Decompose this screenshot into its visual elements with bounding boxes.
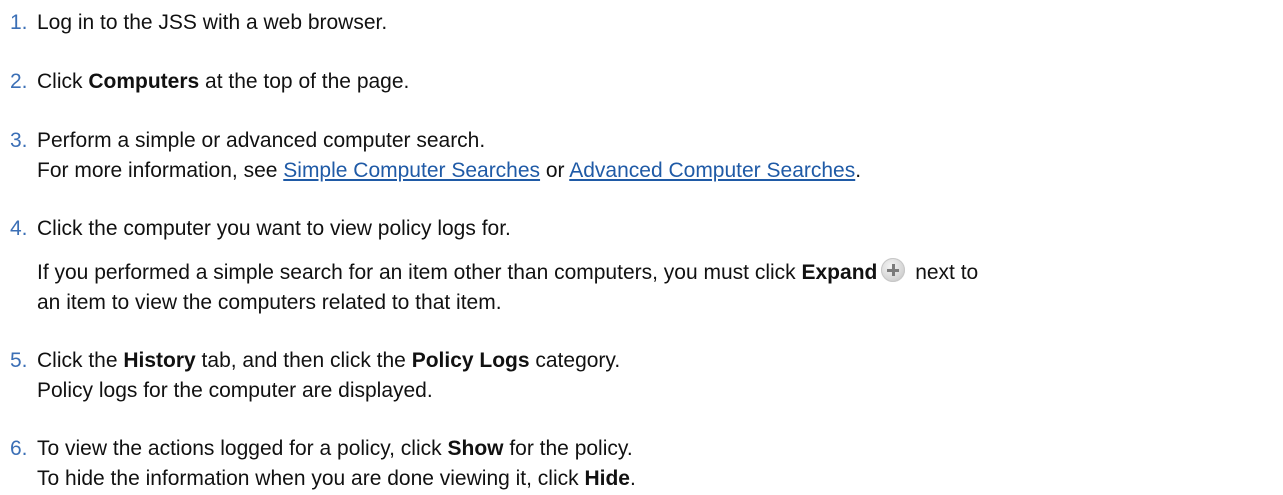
step-text: or: [540, 159, 570, 182]
step-number: 5.: [10, 349, 28, 372]
step-text: Policy logs for the computer are display…: [37, 379, 433, 402]
step-text: Perform a simple or advanced computer se…: [37, 129, 486, 152]
step-text: For more information, see: [37, 159, 284, 182]
ui-term-computers: Computers: [88, 70, 200, 93]
step-number: 2.: [10, 70, 28, 93]
step-text: .: [855, 159, 862, 182]
plus-circle-icon: [881, 258, 906, 282]
link-advanced-computer-searches[interactable]: Advanced Computer Searches: [569, 159, 855, 182]
step-text: If you performed a simple search for an …: [37, 261, 802, 284]
ui-term-hide: Hide: [584, 467, 630, 490]
step-text: Click the computer you want to view poli…: [37, 217, 511, 240]
step-text: next to: [909, 261, 979, 284]
step-text: .: [629, 467, 636, 490]
ui-term-policy-logs: Policy Logs: [411, 349, 530, 372]
step-1: 1. Log in to the JSS with a web browser.: [10, 8, 1275, 38]
ui-term-history: History: [123, 349, 196, 372]
ui-term-expand: Expand: [801, 261, 878, 284]
step-text: To view the actions logged for a policy,…: [37, 437, 448, 460]
step-text: Click: [37, 70, 89, 93]
step-5: 5. Click the History tab, and then click …: [10, 346, 1275, 406]
step-text: at the top of the page.: [199, 70, 410, 93]
step-number: 4.: [10, 217, 28, 240]
step-2: 2. Click Computers at the top of the page…: [10, 67, 1275, 97]
step-number: 1.: [10, 11, 28, 34]
step-text: for the policy.: [503, 437, 633, 460]
step-6: 6. To view the actions logged for a polic…: [10, 434, 1275, 494]
step-text: an item to view the computers related to…: [37, 291, 502, 314]
step-text: Log in to the JSS with a web browser.: [37, 11, 388, 34]
ui-term-show: Show: [447, 437, 504, 460]
step-text: Click the: [37, 349, 124, 372]
step-number: 3.: [10, 129, 28, 152]
step-text: tab, and then click the: [195, 349, 412, 372]
step-text: category.: [529, 349, 621, 372]
step-4: 4. Click the computer you want to view po…: [10, 214, 1275, 318]
link-simple-computer-searches[interactable]: Simple Computer Searches: [283, 159, 540, 182]
step-text: To hide the information when you are don…: [37, 467, 585, 490]
step-number: 6.: [10, 437, 28, 460]
step-3: 3. Perform a simple or advanced computer …: [10, 126, 1275, 186]
